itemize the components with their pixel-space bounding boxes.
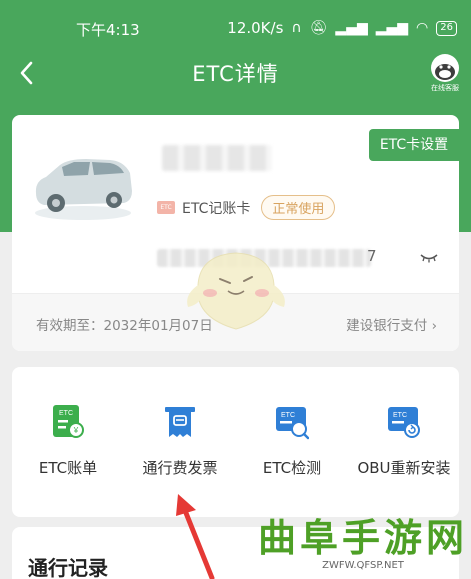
svg-text:¥: ¥ — [73, 426, 79, 435]
tool-etc-bill[interactable]: ETC ¥ ETC账单 — [12, 403, 124, 478]
license-plate — [162, 145, 272, 171]
obu-reinstall-icon: ETC — [388, 407, 420, 438]
arrow-annotation-icon — [176, 494, 215, 579]
svg-text:ETC: ETC — [393, 412, 407, 419]
etc-card-settings-button[interactable]: ETC卡设置 — [369, 129, 459, 161]
card-type-row: ETC ETC记账卡 正常使用 — [157, 195, 336, 220]
card-type-label: ETC记账卡 — [182, 200, 251, 217]
payment-bank-link[interactable]: 建设银行支付 › — [346, 314, 437, 334]
network-speed: 12.0K/s — [227, 19, 284, 37]
status-badge: 正常使用 — [261, 195, 336, 220]
eye-closed-icon[interactable] — [419, 251, 439, 265]
etc-card-icon: ETC — [157, 201, 175, 214]
tool-obu-reinstall-label: OBU重新安装 — [357, 459, 451, 477]
mute-icon: 🔕︎ — [309, 20, 328, 36]
tool-obu-reinstall[interactable]: ETC OBU重新安装 — [348, 403, 460, 478]
status-icons: 12.0K/s ∩ 🔕︎ ▂▄▆ ▂▄▆ ◠ 26 — [227, 19, 457, 37]
invoice-icon — [165, 407, 195, 437]
battery-icon: 26 — [436, 20, 457, 36]
customer-service-label: 在线客服 — [431, 84, 459, 92]
etc-bill-icon: ETC ¥ — [53, 405, 84, 438]
tool-etc-check[interactable]: ETC ETC检测 — [236, 403, 348, 478]
records-title: 通行记录 — [28, 556, 108, 579]
watermark-main-text: 曲阜手游网 — [257, 515, 468, 560]
tool-invoice-label: 通行费发票 — [142, 459, 218, 477]
signal2-icon: ▂▄▆ — [375, 20, 409, 36]
car-icon — [35, 159, 132, 220]
customer-service-icon — [431, 54, 459, 82]
customer-service-button[interactable]: 在线客服 — [427, 54, 463, 94]
status-bar: 下午4:13 12.0K/s ∩ 🔕︎ ▂▄▆ ▂▄▆ ◠ 26 — [0, 0, 471, 44]
headset-icon: ∩ — [291, 20, 302, 36]
card-number-tail: 7 — [367, 247, 377, 265]
svg-text:ETC: ETC — [281, 412, 295, 419]
navigation-bar: ETC详情 在线客服 — [0, 50, 471, 98]
svg-text:ETC: ETC — [59, 410, 73, 417]
tool-etc-bill-label: ETC账单 — [38, 459, 98, 477]
tool-invoice[interactable]: 通行费发票 — [124, 403, 236, 478]
wifi-icon: ◠ — [416, 20, 429, 36]
status-time: 下午4:13 — [76, 21, 140, 39]
etc-check-icon: ETC — [276, 407, 309, 440]
signal-icon: ▂▄▆ — [335, 20, 368, 36]
tools-panel: ETC ¥ ETC账单 通行费发票 ETC ETC检测 ETC OBU重新安装 — [12, 367, 459, 517]
tool-etc-check-label: ETC检测 — [262, 459, 322, 477]
mascot-watermark — [187, 252, 285, 330]
page-title: ETC详情 — [192, 62, 279, 86]
site-watermark: 曲阜手游网 ZWFW.QFSP.NET — [255, 514, 471, 579]
